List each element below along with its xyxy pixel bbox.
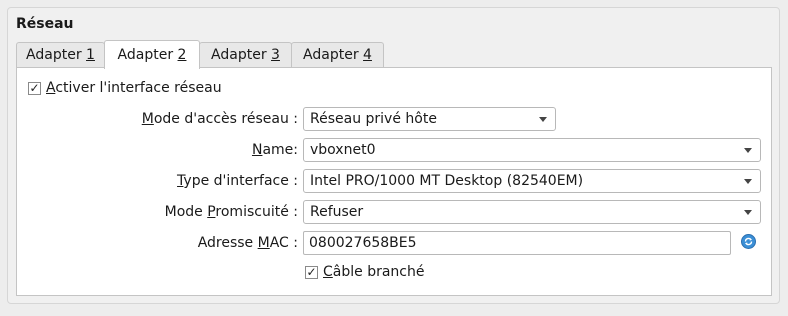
tab-adapter-4[interactable]: Adapter 4 [291, 42, 384, 67]
name-label: Name: [251, 142, 298, 158]
chevron-down-icon [744, 210, 752, 215]
chevron-down-icon [744, 179, 752, 184]
attached-to-label: Mode d'accès réseau : [141, 111, 298, 127]
tab-adapter-2[interactable]: Adapter 2 [104, 40, 200, 69]
cable-connected-label: Câble branché [323, 264, 425, 280]
section-title: Réseau [16, 16, 74, 32]
enable-adapter-checkbox[interactable]: ✓ [28, 82, 41, 95]
tab-adapter-3[interactable]: Adapter 3 [199, 42, 292, 67]
adapter-type-label: Type d'interface : [177, 173, 298, 189]
tab-adapter-1[interactable]: Adapter 1 [16, 42, 105, 67]
refresh-mac-icon[interactable] [741, 234, 756, 249]
enable-adapter-label: Activer l'interface réseau [46, 80, 222, 96]
mac-label: Adresse MAC : [197, 235, 298, 251]
chevron-down-icon [539, 117, 547, 122]
chevron-down-icon [744, 148, 752, 153]
promiscuous-label: Mode Promiscuité : [164, 204, 298, 220]
name-select[interactable]: vboxnet0 [303, 138, 761, 162]
attached-to-select[interactable]: Réseau privé hôte [303, 107, 556, 131]
cable-connected-checkbox[interactable]: ✓ [305, 266, 318, 279]
promiscuous-select[interactable]: Refuser [303, 200, 761, 224]
mac-address-input[interactable]: 080027658BE5 [303, 231, 731, 255]
adapter-type-select[interactable]: Intel PRO/1000 MT Desktop (82540EM) [303, 169, 761, 193]
